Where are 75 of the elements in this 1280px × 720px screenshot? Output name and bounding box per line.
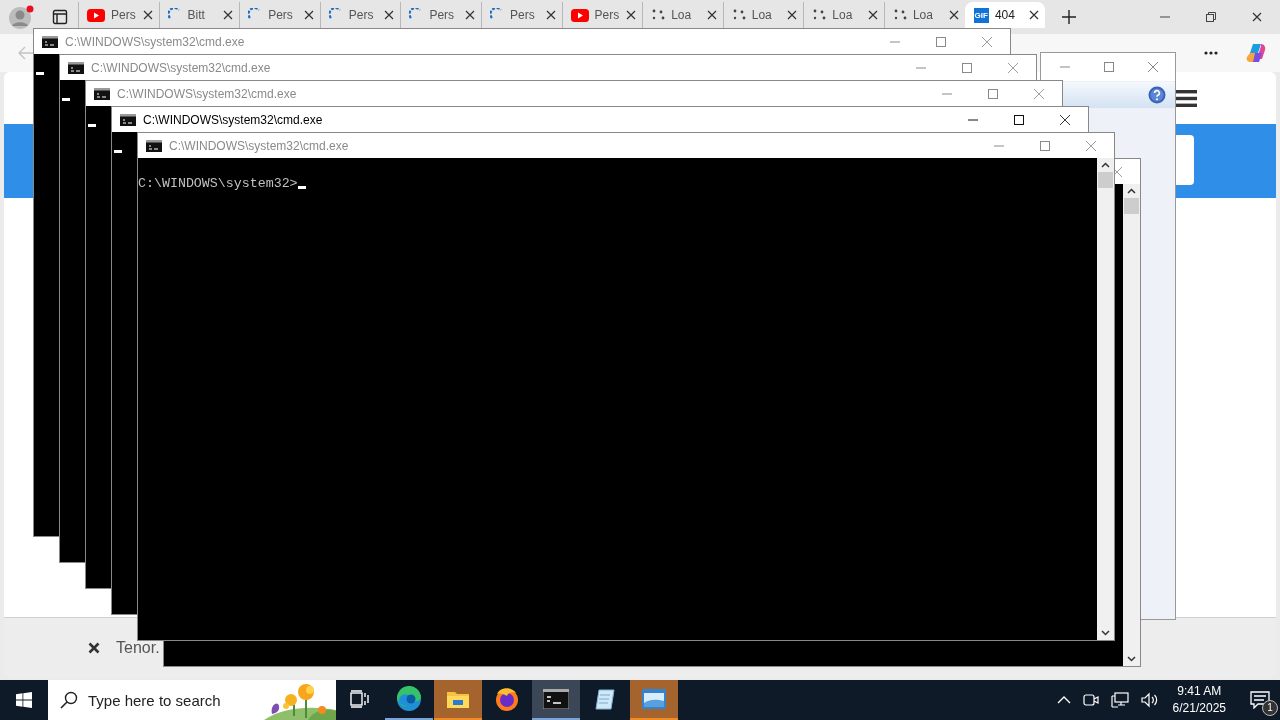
browser-icon (396, 686, 422, 712)
windows-logo-icon (16, 692, 32, 708)
console-icon (94, 87, 110, 100)
scroll-thumb[interactable] (1124, 198, 1139, 214)
scroll-down-icon[interactable] (1127, 656, 1136, 662)
close-icon[interactable] (1029, 10, 1040, 20)
gif-icon: GIF (973, 7, 989, 23)
console-icon (146, 139, 162, 152)
close-icon[interactable] (787, 10, 798, 20)
window-title: C:\WINDOWS\system32\cmd.exe (65, 34, 245, 49)
notification-button[interactable]: 1 (1240, 680, 1280, 720)
taskbar-app-button[interactable] (532, 680, 580, 720)
console-prompt: C:\WINDOWS\system32> (138, 176, 298, 191)
play-icon (570, 8, 589, 22)
close-icon[interactable] (948, 10, 959, 20)
new-tab-icon[interactable] (1061, 9, 1078, 25)
browser-tab[interactable]: GIF 404 (964, 2, 1046, 28)
scrollbar[interactable] (1097, 158, 1114, 640)
task-view-icon (350, 690, 370, 708)
close-icon[interactable] (142, 10, 153, 20)
text-cursor (62, 98, 70, 101)
scroll-up-icon[interactable] (1101, 162, 1110, 168)
play-icon (87, 8, 105, 22)
close-icon[interactable] (1252, 12, 1262, 22)
page-title: Tenor. (116, 639, 160, 657)
text-cursor (36, 72, 44, 75)
window-icon (642, 689, 666, 709)
close-icon[interactable] (223, 10, 234, 20)
text-cursor (88, 124, 96, 127)
close-icon[interactable] (464, 10, 475, 20)
network-icon[interactable] (1110, 692, 1129, 708)
help-icon[interactable] (1148, 86, 1166, 104)
spinner-icon (731, 8, 746, 22)
more-icon[interactable] (1204, 51, 1218, 55)
console-icon (68, 61, 84, 74)
close-icon[interactable] (545, 10, 556, 20)
chevron-up-icon[interactable] (1056, 696, 1071, 704)
search-icon (60, 691, 78, 709)
close-icon[interactable] (303, 10, 314, 20)
menu-icon[interactable] (1175, 90, 1197, 107)
text-cursor (114, 150, 122, 153)
window-title: C:\WINDOWS\system32\cmd.exe (143, 112, 323, 127)
tab-actions-icon[interactable] (52, 9, 68, 25)
notification-icon (1250, 691, 1270, 709)
close-icon[interactable] (706, 10, 717, 20)
spinner-icon (651, 8, 666, 22)
notification-count: 1 (1262, 700, 1278, 716)
window-title: C:\WINDOWS\system32\cmd.exe (169, 138, 349, 153)
scroll-down-icon[interactable] (1101, 630, 1110, 636)
restore-icon[interactable] (1206, 12, 1216, 22)
scroll-up-icon[interactable] (1127, 188, 1136, 194)
text-cursor (297, 186, 306, 189)
close-icon[interactable] (626, 10, 637, 20)
console-icon (42, 35, 58, 48)
scroll-thumb[interactable] (1098, 172, 1113, 188)
spinner-icon (892, 8, 907, 22)
firefox-icon (494, 686, 520, 712)
window-title: C:\WINDOWS\system32\cmd.exe (117, 86, 297, 101)
search-field[interactable]: Type here to search (48, 680, 336, 720)
copilot-icon[interactable] (1246, 42, 1268, 64)
back-arrow-icon[interactable] (18, 46, 34, 60)
clock[interactable]: 9:41 AM 6/21/2025 (1172, 683, 1226, 717)
profile-avatar-icon[interactable] (8, 4, 36, 30)
folder-icon (446, 689, 470, 709)
terminal-icon (543, 689, 569, 709)
console-icon (120, 113, 136, 126)
close-icon[interactable] (867, 10, 878, 20)
scrollbar[interactable] (1123, 184, 1140, 666)
close-icon[interactable] (384, 10, 395, 20)
close-icon[interactable] (88, 642, 100, 654)
spinner-icon (812, 8, 827, 22)
window-title: C:\WINDOWS\system32\cmd.exe (91, 60, 271, 75)
camera-icon[interactable] (1082, 692, 1099, 708)
notepad-icon (593, 687, 617, 711)
volume-icon[interactable] (1140, 692, 1159, 708)
